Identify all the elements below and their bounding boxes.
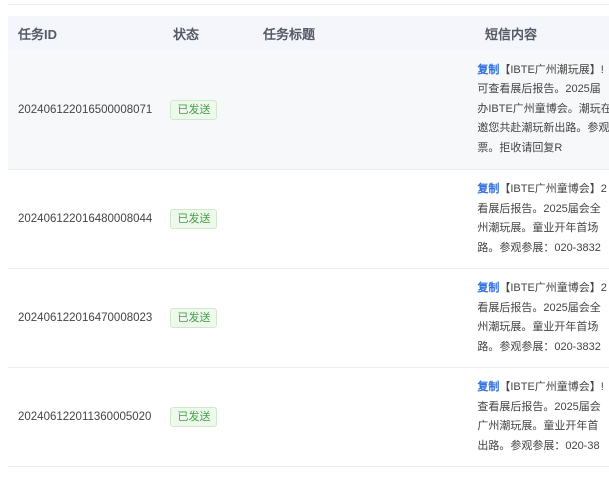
sms-line: 复制【IBTE广州童博会】!: [477, 378, 609, 398]
status-badge: 已发送: [170, 209, 218, 229]
sms-line: 查看展后报告。2025届会: [477, 398, 609, 418]
sms-text: 路。参观参展：020-3832: [477, 241, 601, 254]
status-badge: 已发送: [170, 308, 218, 328]
sms-line: 看展后报告。2025届会全: [477, 200, 609, 220]
status-badge: 已发送: [170, 99, 218, 120]
task-id-cell: 202406122011360005020: [18, 411, 152, 423]
sms-line: 复制【IBTE广州潮玩展】!: [477, 61, 609, 81]
sms-text: 看展后报告。2025届会全: [477, 301, 601, 314]
sms-content-cell: 复制【IBTE广州童博会】2 看展后报告。2025届会全 州潮玩展。童业开年首场 路。…: [467, 180, 609, 258]
status-badge: 已发送: [170, 407, 218, 427]
task-id-cell: 202406122016470008023: [18, 312, 153, 324]
table-row[interactable]: 202406122016470008023 已发送 复制【IBTE广州童博会】2 看展…: [8, 269, 609, 368]
status-cell: 已发送: [160, 99, 249, 120]
sms-text: 州潮玩展。童业开年首场: [477, 321, 599, 333]
sms-text: 看展后报告。2025届会全: [477, 202, 601, 215]
copy-link[interactable]: 复制: [477, 282, 499, 294]
sms-text: 路。参观参展：020-3832: [477, 340, 601, 353]
sms-text: 出路。参观参展：020-38: [477, 439, 600, 452]
sms-line: 复制【IBTE广州童博会】2: [477, 279, 609, 299]
sms-line: 复制【IBTE广州童博会】2: [477, 180, 609, 200]
sms-text: 办IBTE广州童博会。潮玩在: [477, 102, 609, 115]
top-strip: [0, 0, 609, 10]
sms-text: 【IBTE广州潮玩展】!: [499, 63, 604, 76]
table-body: 202406122016500008071 已发送 复制【IBTE广州潮玩展】! 可查…: [8, 50, 609, 467]
sms-content-cell: 复制【IBTE广州童博会】2 看展后报告。2025届会全 州潮玩展。童业开年首场 路。…: [467, 279, 609, 357]
task-id-cell: 202406122016500008071: [18, 103, 153, 116]
sms-text: 票。拒收请回复R: [477, 141, 563, 154]
status-cell: 已发送: [160, 209, 249, 229]
sms-content-cell: 复制【IBTE广州童博会】! 查看展后报告。2025届会 广州潮玩展。童业开年首 出路…: [467, 378, 609, 456]
sms-text: 州潮玩展。童业开年首场: [477, 222, 599, 234]
table-row[interactable]: 202406122011360005020 已发送 复制【IBTE广州童博会】! 查看…: [8, 368, 609, 467]
copy-link[interactable]: 复制: [477, 183, 499, 195]
sms-line: 邀您共赴潮玩新出路。参观: [477, 119, 609, 139]
sms-content-cell: 复制【IBTE广州潮玩展】! 可查看展后报告。2025届 办IBTE广州童博会。潮玩…: [467, 61, 609, 159]
sms-line: 票。拒收请回复R: [477, 139, 609, 159]
sms-text: 【IBTE广州童博会】2: [499, 282, 607, 294]
sms-line: 办IBTE广州童博会。潮玩在: [477, 100, 609, 120]
table-header: 任务ID 状态 任务标题 短信内容: [8, 16, 609, 50]
sms-line: 出路。参观参展：020-38: [477, 437, 609, 457]
table-row[interactable]: 202406122016500008071 已发送 复制【IBTE广州潮玩展】! 可查…: [8, 50, 609, 170]
sms-text: 邀您共赴潮玩新出路。参观: [477, 122, 609, 135]
top-divider: [8, 4, 609, 5]
sms-text: 可查看展后报告。2025届: [477, 83, 601, 96]
status-cell: 已发送: [160, 407, 249, 427]
status-cell: 已发送: [160, 308, 249, 328]
sms-line: 可查看展后报告。2025届: [477, 80, 609, 100]
sms-text: 查看展后报告。2025届会: [477, 400, 601, 413]
copy-link[interactable]: 复制: [477, 381, 499, 393]
sms-text: 广州潮玩展。童业开年首: [477, 420, 599, 432]
table-row[interactable]: 202406122016480008044 已发送 复制【IBTE广州童博会】2 看展…: [8, 170, 609, 269]
copy-link[interactable]: 复制: [477, 64, 499, 76]
task-table: 任务ID 状态 任务标题 短信内容 202406122016500008071 已…: [8, 16, 609, 467]
sms-line: 州潮玩展。童业开年首场: [477, 318, 609, 338]
task-id-cell: 202406122016480008044: [18, 213, 153, 225]
header-task-id: 任务ID: [18, 26, 58, 42]
sms-line: 路。参观参展：020-3832: [477, 338, 609, 358]
sms-line: 州潮玩展。童业开年首场: [477, 219, 609, 239]
sms-line: 路。参观参展：020-3832: [477, 239, 609, 259]
header-task-title: 任务标题: [263, 26, 316, 42]
sms-text: 【IBTE广州童博会】2: [499, 183, 607, 195]
sms-text: 【IBTE广州童博会】!: [499, 381, 604, 393]
sms-line: 广州潮玩展。童业开年首: [477, 417, 609, 437]
sms-line: 看展后报告。2025届会全: [477, 299, 609, 319]
header-status: 状态: [173, 26, 200, 42]
header-sms-content: 短信内容: [485, 26, 538, 42]
